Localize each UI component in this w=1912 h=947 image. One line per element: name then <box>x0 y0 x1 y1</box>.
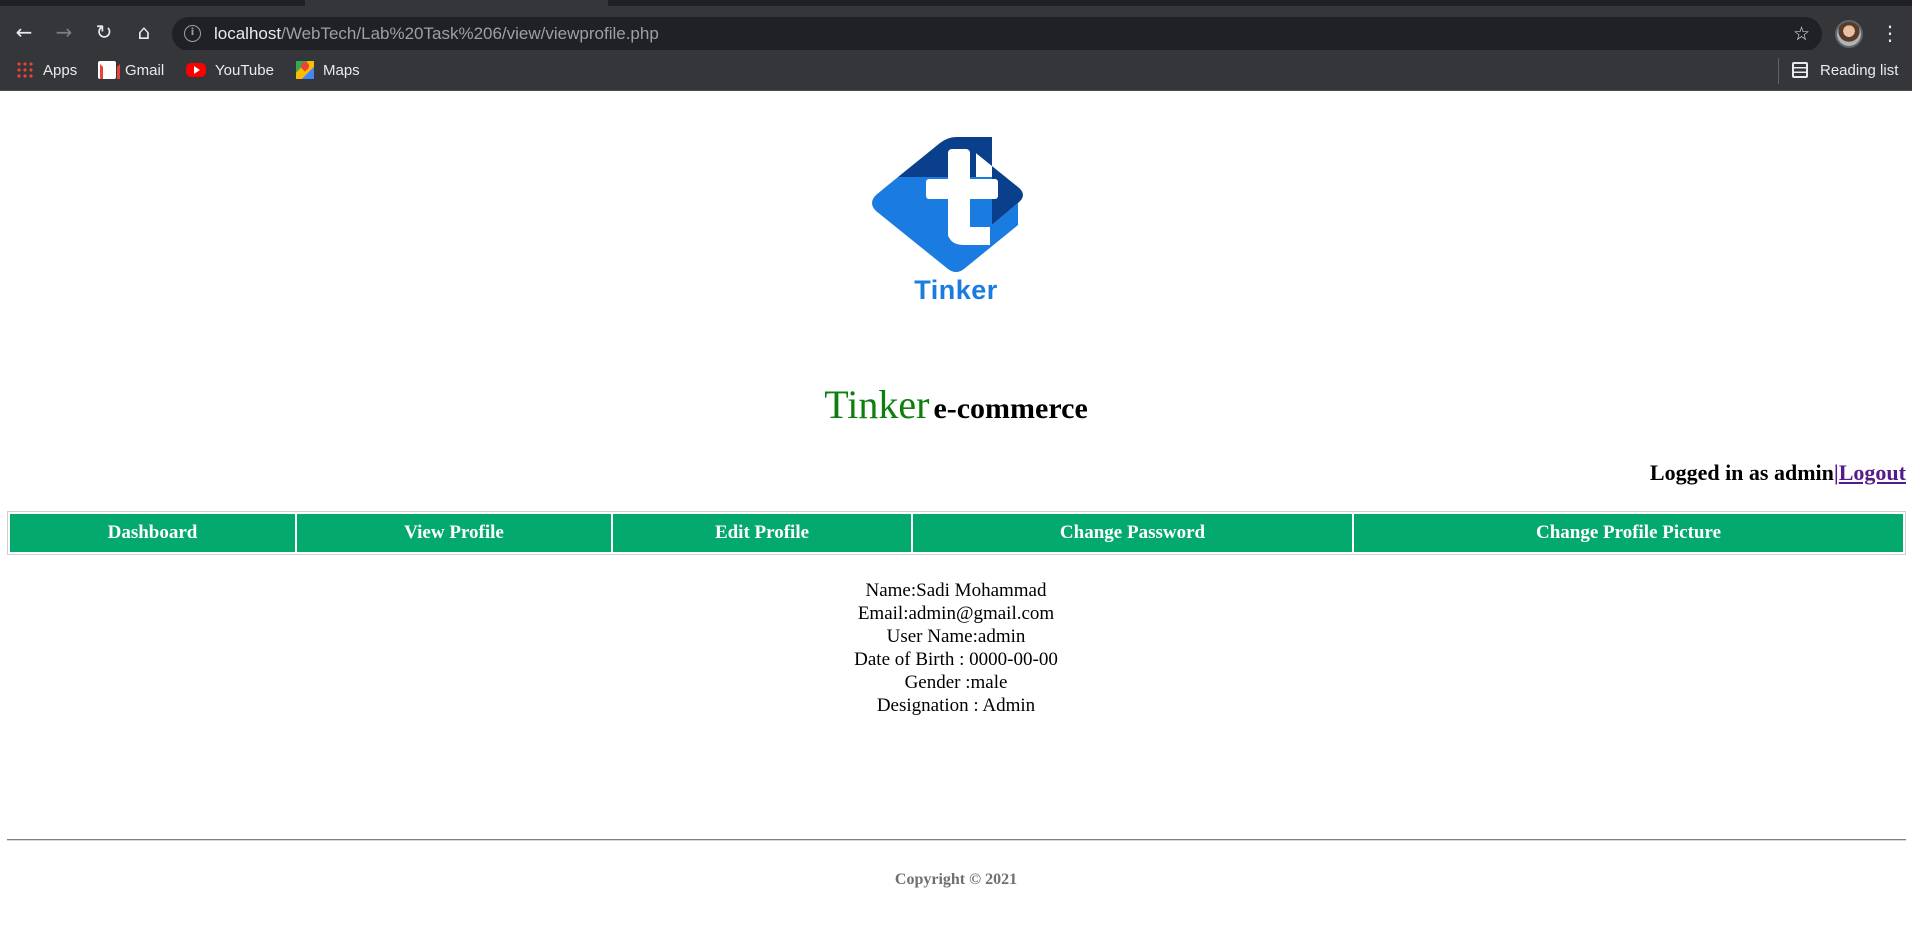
bookmark-maps[interactable]: Maps <box>296 58 360 82</box>
profile-email: Email:admin@gmail.com <box>857 603 1055 624</box>
bookmarks-bar: Apps Gmail YouTube Maps Reading list <box>0 50 1912 91</box>
logo-wordmark: Tinker <box>914 275 998 305</box>
brand-subtitle: e-commerce <box>933 392 1088 425</box>
reload-icon[interactable]: ↻ <box>90 18 118 46</box>
page-content: Tinker Tinker e-commerce Logged in as ad… <box>0 91 1912 947</box>
browser-toolbar: ← → ↻ ⌂ i localhost/WebTech/Lab%20Task%2… <box>0 6 1912 56</box>
home-icon[interactable]: ⌂ <box>130 18 158 46</box>
nav-view-profile[interactable]: View Profile <box>297 514 613 552</box>
bookmark-gmail[interactable]: Gmail <box>98 58 164 82</box>
nav-change-profile-picture[interactable]: Change Profile Picture <box>1354 514 1903 552</box>
profile-details: Name:Sadi Mohammad Email:admin@gmail.com… <box>0 579 1912 717</box>
profile-avatar-icon[interactable] <box>1835 20 1863 48</box>
logged-in-text: Logged in as admin <box>1649 460 1834 485</box>
maps-icon <box>296 61 314 79</box>
copyright-text: Copyright © 2021 <box>894 871 1018 888</box>
brand-name: Tinker <box>824 382 930 427</box>
url-path: /WebTech/Lab%20Task%206/view/viewprofile… <box>281 24 659 43</box>
bookmark-label: Apps <box>43 61 78 79</box>
bookmark-label: Gmail <box>125 61 165 79</box>
forward-arrow-icon[interactable]: → <box>50 18 78 46</box>
browser-chrome: ← → ↻ ⌂ i localhost/WebTech/Lab%20Task%2… <box>0 0 1912 91</box>
apps-icon <box>16 61 34 79</box>
profile-gender: Gender :male <box>904 672 1008 693</box>
url-text[interactable]: localhost/WebTech/Lab%20Task%206/view/vi… <box>214 17 659 51</box>
youtube-icon <box>186 63 206 77</box>
reading-list-icon <box>1792 62 1808 78</box>
profile-designation: Designation : Admin <box>876 695 1036 716</box>
bookmark-label: YouTube <box>215 61 274 79</box>
back-arrow-icon[interactable]: ← <box>10 18 38 46</box>
site-logo: Tinker <box>868 135 1044 305</box>
tinker-logo-icon <box>872 137 1023 272</box>
address-bar[interactable]: i localhost/WebTech/Lab%20Task%206/view/… <box>172 17 1822 51</box>
info-icon[interactable]: i <box>184 25 201 42</box>
gmail-icon <box>98 61 120 79</box>
url-host: localhost <box>214 24 282 43</box>
nav-edit-profile[interactable]: Edit Profile <box>613 514 913 552</box>
profile-username: User Name:admin <box>886 626 1026 647</box>
reading-list-label: Reading list <box>1820 61 1899 79</box>
nav-change-password[interactable]: Change Password <box>913 514 1354 552</box>
page-title: Tinker e-commerce <box>0 381 1912 428</box>
nav-dashboard[interactable]: Dashboard <box>10 514 297 552</box>
footer-divider <box>7 839 1906 841</box>
bookmarks-separator <box>1778 58 1779 84</box>
profile-dob: Date of Birth : 0000-00-00 <box>854 649 1058 670</box>
bookmark-star-icon[interactable]: ☆ <box>1793 21 1810 47</box>
kebab-menu-icon[interactable]: ⋮ <box>1880 18 1900 48</box>
logout-link[interactable]: Logout <box>1839 460 1906 485</box>
reading-list-button[interactable]: Reading list <box>1792 58 1898 82</box>
bookmark-label: Maps <box>323 61 360 79</box>
bookmark-youtube[interactable]: YouTube <box>186 58 274 82</box>
main-nav: Dashboard View Profile Edit Profile Chan… <box>7 511 1906 555</box>
login-status: Logged in as admin|Logout <box>1650 460 1906 486</box>
bookmark-apps[interactable]: Apps <box>16 58 77 82</box>
profile-name: Name:Sadi Mohammad <box>865 580 1047 601</box>
